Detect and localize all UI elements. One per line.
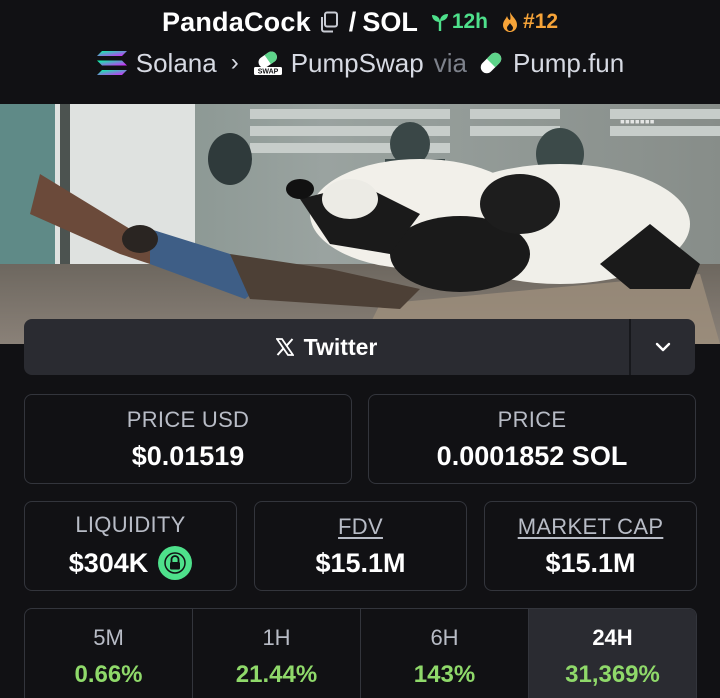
fdv-label[interactable]: FDV [338,514,383,540]
price-usd-label: PRICE USD [126,406,250,432]
change-percent: 21.44% [235,661,318,688]
pumpswap-icon-text: SWAP [257,68,278,75]
market-cap-value: $15.1M [545,547,636,578]
change-tab-6h[interactable]: 6H 143% [361,609,529,698]
fdv-card: FDV $15.1M [254,501,467,591]
change-tab-1h[interactable]: 1H 21.44% [193,609,361,698]
token-banner-image: ▪▪▪▪▪▪▪ [0,104,720,344]
socials-dropdown-button[interactable] [631,319,695,375]
liquidity-label: LIQUIDITY [75,512,186,537]
change-tab-24h[interactable]: 24H 31,369% [529,609,696,698]
age-text: 12h [451,10,489,33]
chain-name: Solana [135,47,217,78]
pair-separator: / [348,6,357,37]
price-native-value: 0.0001852 SOL [436,440,628,471]
copy-icon[interactable] [319,11,339,33]
rank-text: #12 [523,10,559,33]
change-period-label: 5M [93,625,124,650]
dex-name: PumpSwap [290,47,424,78]
pair-header: PandaCock / SOL 12h #12 Solana › SWAP Pu… [0,0,720,104]
quote-token: SOL [362,6,418,37]
price-change-tabs: 5M 0.66% 1H 21.44% 6H 143% 24H 31,369% [24,608,697,698]
change-tab-5m[interactable]: 5M 0.66% [25,609,193,698]
chevron-down-icon [655,342,671,352]
price-native-card: PRICE 0.0001852 SOL [368,394,696,484]
breadcrumb-launchpad[interactable]: Pump.fun [477,48,624,79]
price-usd-card: PRICE USD $0.01519 [24,394,352,484]
launchpad-name: Pump.fun [512,47,625,78]
liquidity-value-row: $304K [69,546,193,580]
market-cap-card: MARKET CAP $15.1M [484,501,697,591]
x-logo-icon [275,338,294,356]
breadcrumb-dex[interactable]: SWAP PumpSwap [253,48,424,79]
via-text: via [433,47,467,78]
price-native-label: PRICE [497,406,567,432]
twitter-button[interactable]: Twitter [24,319,629,375]
liquidity-card: LIQUIDITY $304K [24,501,237,591]
pair-age: 12h [430,10,488,34]
pumpswap-icon: SWAP [253,51,282,75]
breadcrumb: Solana › SWAP PumpSwap via Pump.fun [0,44,720,82]
change-percent: 143% [413,661,476,688]
change-percent: 0.66% [74,661,143,688]
change-period-label: 24H [592,625,633,650]
lock-icon[interactable] [158,546,193,580]
twitter-link-bar: Twitter [24,319,695,375]
svg-text:▪▪▪▪▪▪▪: ▪▪▪▪▪▪▪ [620,113,655,129]
trending-rank[interactable]: #12 [500,10,558,34]
change-period-label: 1H [262,625,291,650]
sprout-icon [431,14,448,31]
change-percent: 31,369% [565,661,660,688]
market-cap-label[interactable]: MARKET CAP [518,514,664,540]
breadcrumb-chevron-icon: › [230,49,239,76]
pill-icon [480,52,502,74]
flame-icon [503,12,518,32]
twitter-label: Twitter [303,333,378,360]
solana-icon [96,51,127,75]
liquidity-value: $304K [68,547,149,578]
price-usd-value: $0.01519 [131,440,245,471]
title-row: PandaCock / SOL 12h #12 [0,4,720,40]
change-period-label: 6H [430,625,459,650]
fdv-value: $15.1M [315,547,406,578]
breadcrumb-chain[interactable]: Solana [96,48,217,79]
token-name: PandaCock [161,6,311,37]
